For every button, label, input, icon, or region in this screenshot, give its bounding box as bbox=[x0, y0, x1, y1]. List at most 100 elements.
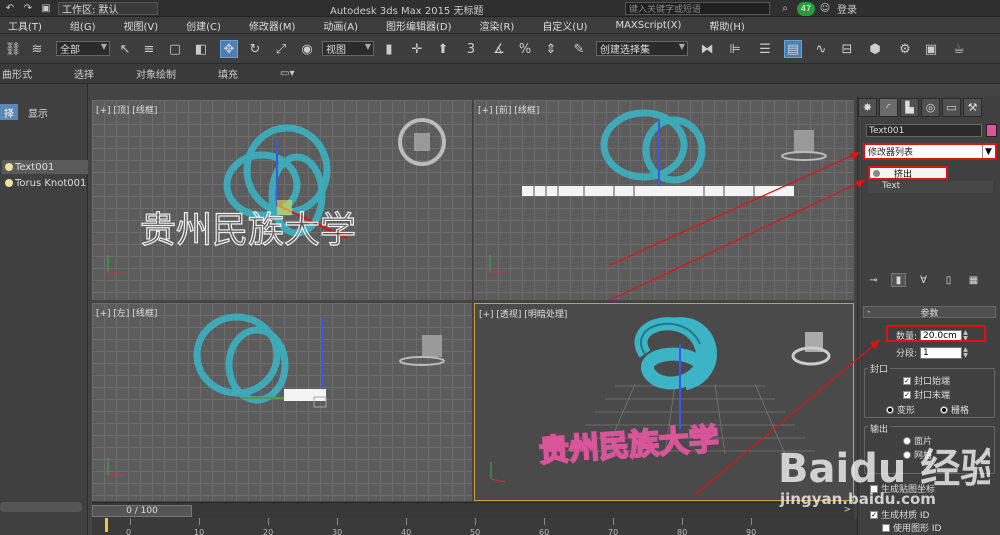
menu-bar: 工具(T) 组(G) 视图(V) 创建(C) 修改器(M) 动画(A) 图形编辑… bbox=[0, 17, 1000, 34]
select-by-name-icon[interactable]: ≡ bbox=[140, 40, 158, 58]
login-link[interactable]: 登录 bbox=[837, 1, 857, 16]
motion-tab-icon[interactable]: ◎ bbox=[921, 98, 940, 117]
curve-editor-icon[interactable]: ∿ bbox=[812, 40, 830, 58]
tab-display[interactable]: 显示 bbox=[24, 104, 52, 120]
angle-snap-icon[interactable]: ∡ bbox=[490, 40, 508, 58]
ribbon-tab-object-paint[interactable]: 对象绘制 bbox=[136, 66, 176, 81]
menu-graph-editors[interactable]: 图形编辑器(D) bbox=[386, 18, 452, 33]
scale-icon[interactable]: ⤢ bbox=[272, 40, 290, 58]
render-setup-icon[interactable]: ⚙ bbox=[896, 40, 914, 58]
manipulate-icon[interactable]: ✛ bbox=[408, 40, 426, 58]
menu-rendering[interactable]: 渲染(R) bbox=[480, 18, 515, 33]
parameters-rollout[interactable]: - 参数 bbox=[863, 306, 996, 319]
cap-start-checkbox[interactable]: ✓ bbox=[903, 376, 911, 385]
workspace-dropdown[interactable]: 工作区: 默认 bbox=[58, 1, 158, 16]
ribbon-options-icon[interactable]: ▭▾ bbox=[280, 68, 294, 79]
select-object-icon[interactable]: ↖ bbox=[116, 40, 134, 58]
redo-icon[interactable]: ↷ bbox=[20, 1, 36, 15]
morph-row[interactable]: 变形 bbox=[886, 403, 915, 416]
utilities-tab-icon[interactable]: ⚒ bbox=[963, 98, 982, 117]
make-unique-icon[interactable]: ∀ bbox=[916, 273, 931, 287]
spinner-snap-icon[interactable]: ⇕ bbox=[542, 40, 560, 58]
configure-sets-icon[interactable]: ▦ bbox=[966, 273, 981, 287]
move-icon[interactable]: ✥ bbox=[220, 40, 238, 58]
notification-badge[interactable]: 47 bbox=[797, 1, 815, 16]
align-icon[interactable]: ⊫ bbox=[726, 40, 744, 58]
hold-icon[interactable]: ▣ bbox=[38, 1, 54, 15]
mirror-icon[interactable]: ⧓ bbox=[698, 40, 716, 58]
horizontal-scrollbar[interactable] bbox=[0, 502, 82, 512]
ribbon-tab-selection[interactable]: 选择 bbox=[74, 66, 94, 81]
user-icon[interactable]: ☺ bbox=[817, 2, 833, 16]
modifier-list-dropdown[interactable]: 修改器列表 ▼ bbox=[863, 143, 997, 160]
unlink-icon[interactable]: ≋ bbox=[28, 40, 46, 58]
tree-item-torus-knot001[interactable]: Torus Knot001 bbox=[2, 176, 88, 190]
menu-views[interactable]: 视图(V) bbox=[123, 18, 158, 33]
place-icon[interactable]: ◉ bbox=[298, 40, 316, 58]
pivot-icon[interactable]: ▮ bbox=[380, 40, 398, 58]
undo-icon[interactable]: ↶ bbox=[2, 1, 18, 15]
modify-tab-icon[interactable]: ◜ bbox=[879, 98, 898, 117]
cap-start-row[interactable]: ✓ 封口始端 bbox=[903, 374, 950, 387]
hierarchy-tab-icon[interactable]: ▙ bbox=[900, 98, 919, 117]
render-production-icon[interactable]: ☕ bbox=[950, 40, 968, 58]
chevron-down-icon[interactable]: ▼ bbox=[982, 145, 994, 158]
cap-end-checkbox[interactable]: ✓ bbox=[903, 390, 911, 399]
pin-stack-icon[interactable]: ⊸ bbox=[866, 273, 881, 287]
grid-row[interactable]: 栅格 bbox=[940, 403, 969, 416]
show-end-result-icon[interactable]: ▮ bbox=[890, 273, 907, 287]
reference-coord-dropdown[interactable]: 视图 ▼ bbox=[322, 41, 374, 56]
grid-radio[interactable] bbox=[940, 405, 948, 414]
segments-spinner[interactable]: 1 ▲ ▼ bbox=[920, 346, 968, 359]
menu-create[interactable]: 创建(C) bbox=[186, 18, 221, 33]
window-crossing-icon[interactable]: ◧ bbox=[192, 40, 210, 58]
lightbulb-icon[interactable] bbox=[5, 179, 13, 187]
layer-manager-icon[interactable]: ☰ bbox=[756, 40, 774, 58]
named-selection-dropdown[interactable]: 创建选择集 ▼ bbox=[596, 41, 688, 56]
spinner-arrows-icon[interactable]: ▲ ▼ bbox=[962, 346, 969, 359]
ribbon-tab-populate[interactable]: 填充 bbox=[218, 66, 238, 81]
time-slider[interactable]: 0 / 100 > bbox=[92, 502, 854, 518]
stack-item-extrude[interactable]: 挤出 bbox=[868, 166, 948, 180]
menu-help[interactable]: 帮助(H) bbox=[709, 18, 744, 33]
keyboard-shortcut-icon[interactable]: ⬆ bbox=[434, 40, 452, 58]
percent-snap-icon[interactable]: % bbox=[516, 40, 534, 58]
title-bar: ↶ ↷ ▣ 工作区: 默认 Autodesk 3ds Max 2015 无标题 … bbox=[0, 0, 1000, 17]
scene-explorer-icon[interactable]: ▤ bbox=[784, 40, 802, 58]
time-slider-thumb[interactable]: 0 / 100 bbox=[92, 505, 192, 517]
selection-filter-dropdown[interactable]: 全部 ▼ bbox=[56, 41, 110, 56]
search-input[interactable]: 键入关键字或短语 bbox=[625, 2, 770, 15]
menu-modifiers[interactable]: 修改器(M) bbox=[249, 18, 295, 33]
schematic-view-icon[interactable]: ⊟ bbox=[838, 40, 856, 58]
object-name-field[interactable]: Text001 bbox=[866, 124, 982, 137]
tab-select[interactable]: 择 bbox=[0, 104, 18, 120]
cap-end-row[interactable]: ✓ 封口末端 bbox=[903, 388, 950, 401]
menu-animation[interactable]: 动画(A) bbox=[323, 18, 358, 33]
menu-group[interactable]: 组(G) bbox=[70, 18, 96, 33]
menu-tools[interactable]: 工具(T) bbox=[8, 18, 42, 33]
remove-modifier-icon[interactable]: ▯ bbox=[941, 273, 956, 287]
material-editor-icon[interactable]: ⬢ bbox=[866, 40, 884, 58]
menu-customize[interactable]: 自定义(U) bbox=[542, 18, 587, 33]
viewport-front[interactable]: [+] [前] [线框] bbox=[474, 100, 854, 300]
link-icon[interactable]: ⛓ bbox=[4, 40, 22, 58]
stack-item-text[interactable]: Text bbox=[868, 181, 993, 193]
ribbon-tab-modeling[interactable]: 曲形式 bbox=[2, 66, 32, 81]
lightbulb-icon[interactable] bbox=[873, 169, 880, 177]
menu-maxscript[interactable]: MAXScript(X) bbox=[615, 20, 681, 31]
rect-selection-icon[interactable]: ▢ bbox=[166, 40, 184, 58]
create-tab-icon[interactable]: ✸ bbox=[858, 98, 877, 117]
snap-toggle-icon[interactable]: 3 bbox=[462, 40, 480, 58]
viewport-left[interactable]: [+] [左] [线框] bbox=[92, 303, 472, 501]
tree-item-text001[interactable]: Text001 bbox=[2, 160, 88, 174]
track-bar[interactable]: 0 10 20 30 40 50 60 70 80 90 bbox=[92, 518, 857, 535]
binoculars-icon[interactable]: ⌕ bbox=[777, 2, 793, 16]
object-color-swatch[interactable] bbox=[986, 124, 997, 137]
display-tab-icon[interactable]: ▭ bbox=[942, 98, 961, 117]
viewport-top[interactable]: [+] [顶] [线框] 贵州民族大学 bbox=[92, 100, 472, 300]
lightbulb-icon[interactable] bbox=[5, 163, 13, 171]
rendered-frame-icon[interactable]: ▣ bbox=[922, 40, 940, 58]
morph-radio[interactable] bbox=[886, 405, 894, 414]
edit-named-sel-icon[interactable]: ✎ bbox=[570, 40, 588, 58]
rotate-icon[interactable]: ↻ bbox=[246, 40, 264, 58]
